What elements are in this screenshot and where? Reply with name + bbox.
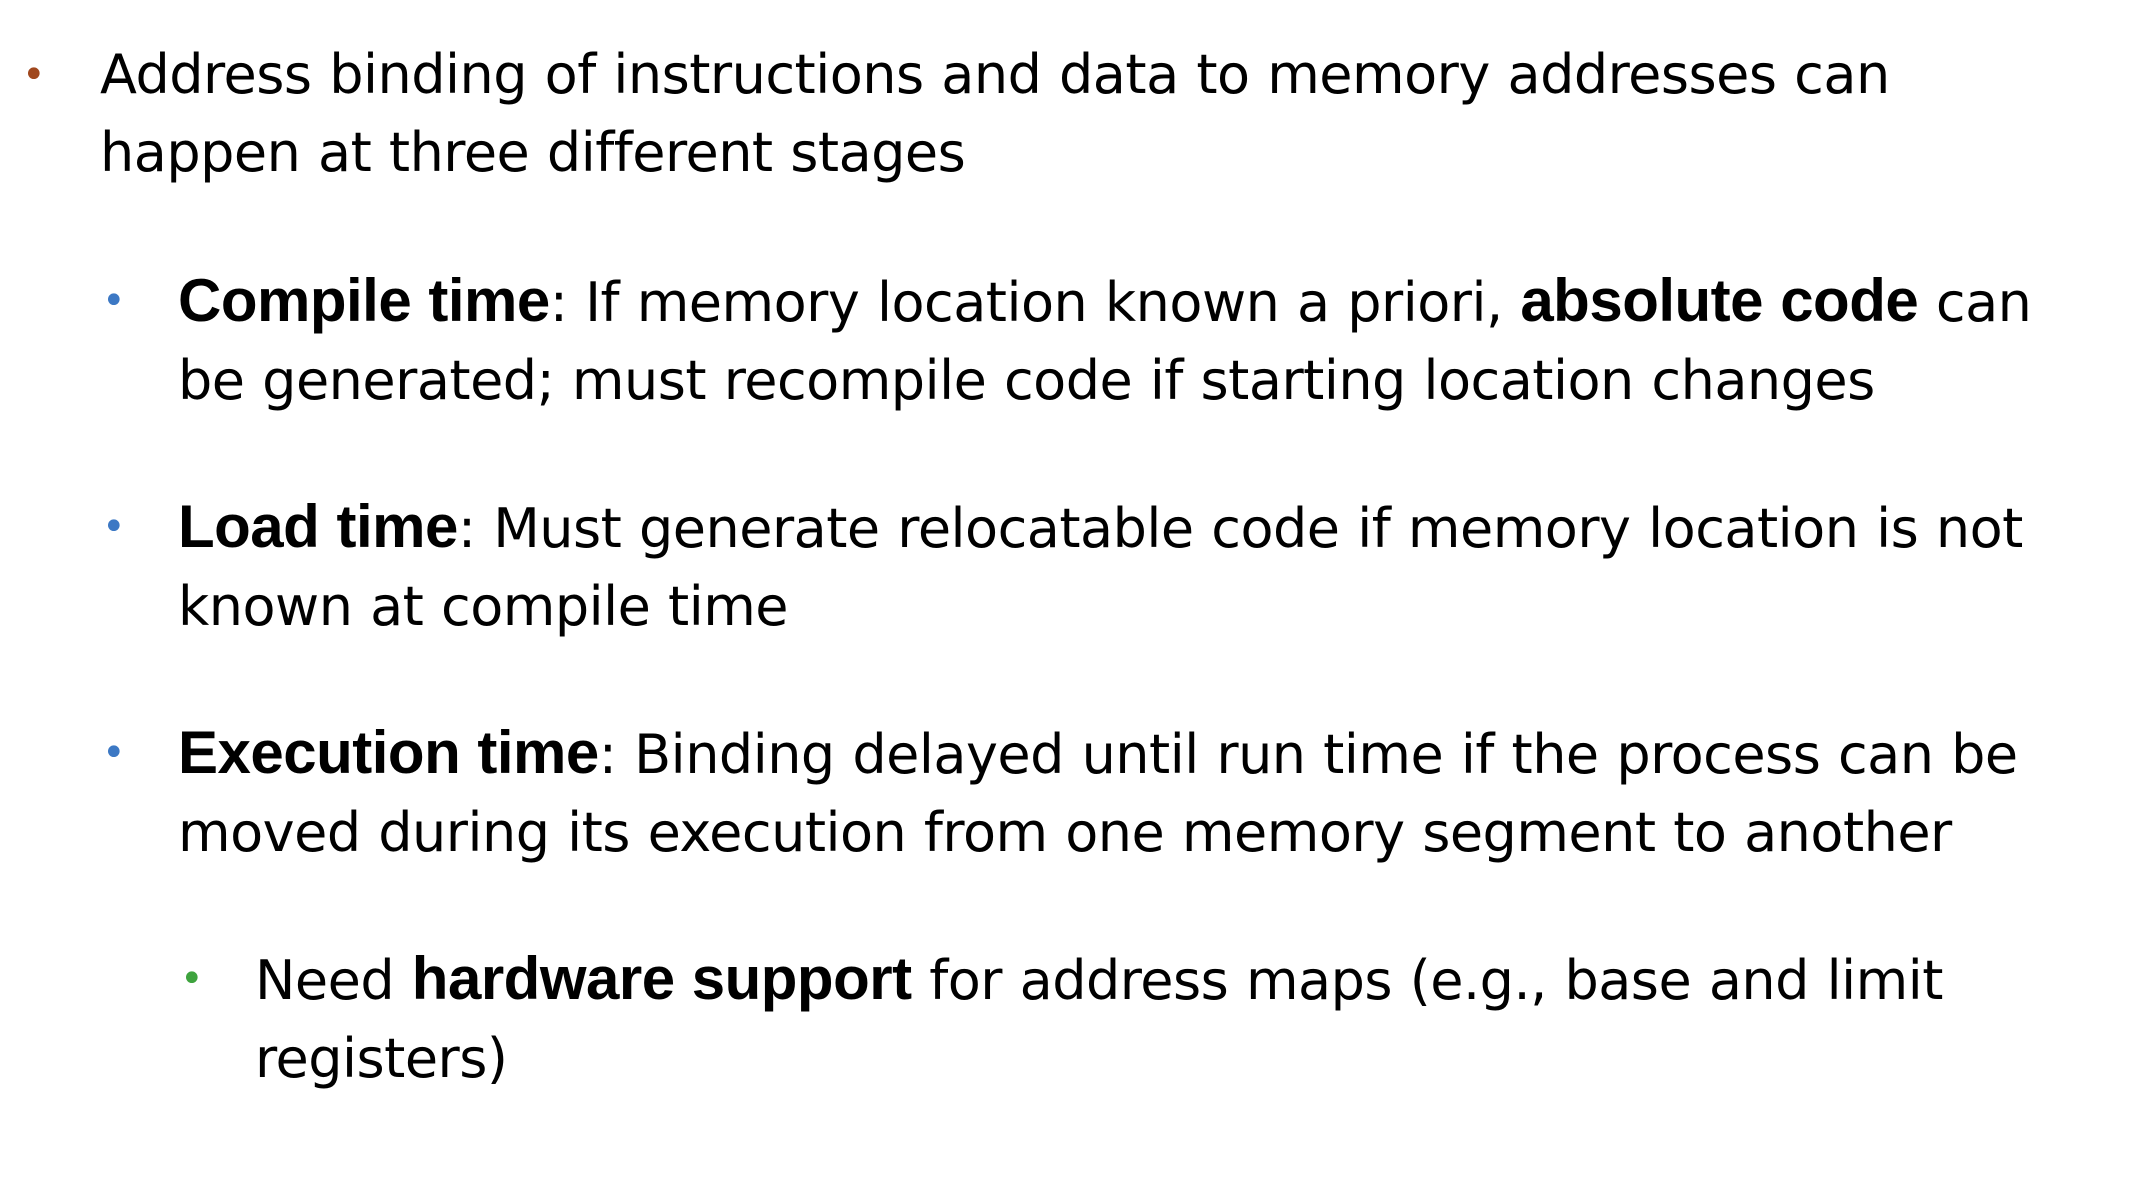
bullet-level-2: • [102,278,126,324]
bullet-level-3: • [180,956,204,1002]
bullet-text: Address binding of instructions and data… [100,43,1890,184]
bullet-load-time: Load time: Must generate relocatable cod… [178,488,2038,646]
slide: • Address binding of instructions and da… [0,0,2142,1186]
term-execution-time: Execution time [178,719,599,786]
bullet-level-2: • [102,504,126,550]
emphasis-hardware-support: hardware support [411,945,912,1012]
term-compile-time: Compile time [178,267,550,334]
bullet-text: : If memory location known a priori, [549,271,1521,334]
bullet-text: Need [255,949,412,1012]
bullet-level-1: • [22,52,46,98]
bullet-compile-time: Compile time: If memory location known a… [178,262,2038,420]
bullet-hardware-support: Need hardware support for address maps (… [255,940,2035,1098]
bullet-execution-time: Execution time: Binding delayed until ru… [178,714,2078,872]
emphasis-absolute-code: absolute code [1520,267,1919,334]
bullet-address-binding: Address binding of instructions and data… [100,36,1920,192]
term-load-time: Load time [178,493,458,560]
bullet-level-2: • [102,730,126,776]
